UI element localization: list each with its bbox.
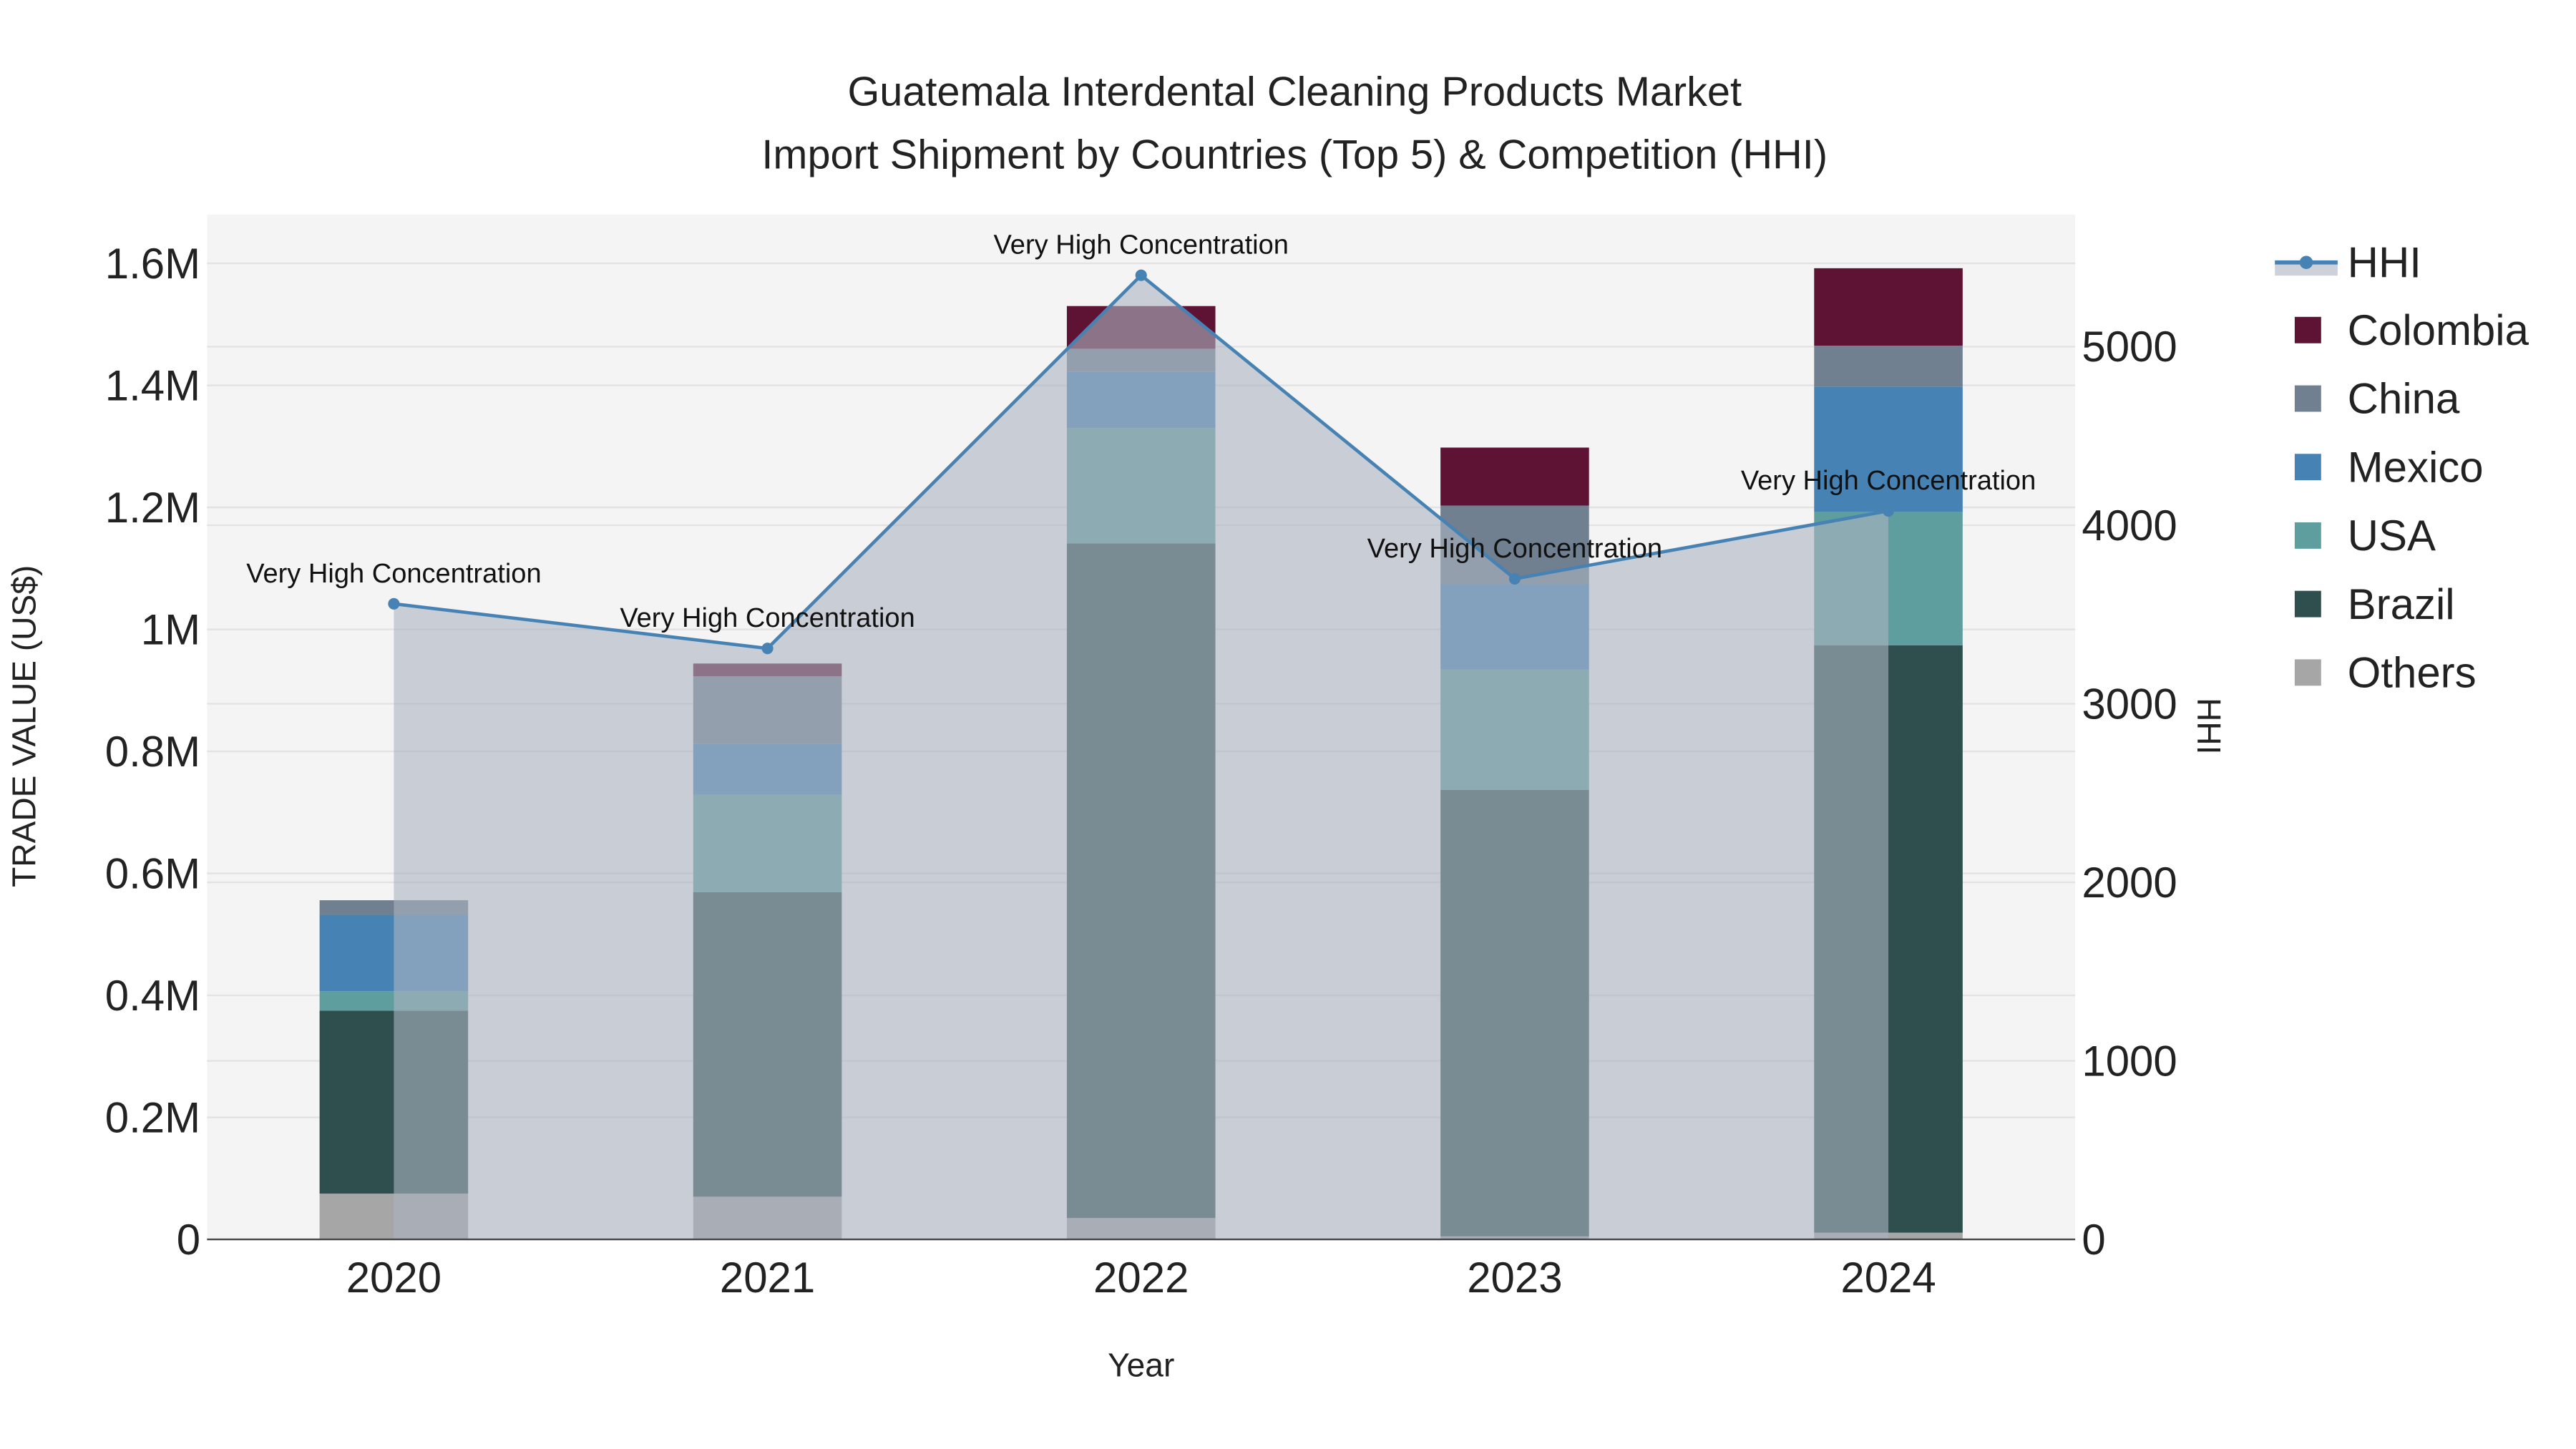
chart: Very High Concentration Very High Concent…: [5, 69, 2529, 1384]
y-axis-label: TRADE VALUE (US$): [5, 565, 42, 887]
legend-hhi-marker: [2299, 255, 2313, 269]
chart-subtitle: Import Shipment by Countries (Top 5) & C…: [761, 132, 1828, 177]
legend-label: USA: [2348, 512, 2436, 560]
bar-colombia: [1440, 447, 1589, 506]
hhi-annotation: Very High Concentration: [620, 603, 914, 633]
x-tick-label: 2021: [720, 1254, 815, 1302]
y-tick-label: 0.6M: [105, 849, 200, 897]
legend-label: Colombia: [2348, 306, 2529, 354]
hhi-annotation: Very High Concentration: [994, 230, 1289, 260]
hhi-point: [761, 643, 774, 655]
legend-swatch-china: [2294, 385, 2321, 412]
x-tick-label: 2024: [1840, 1254, 1936, 1302]
y2-tick-label: 2000: [2082, 859, 2177, 907]
y-tick-label: 0.4M: [105, 972, 200, 1020]
y2-tick-label: 4000: [2082, 502, 2177, 550]
hhi-annotation: Very High Concentration: [246, 559, 541, 589]
y-tick-label: 0: [177, 1216, 200, 1264]
y-tick-label: 0.2M: [105, 1093, 200, 1141]
hhi-point: [388, 597, 400, 610]
x-axis-label: Year: [1108, 1347, 1174, 1384]
legend-swatch-colombia: [2294, 316, 2321, 343]
legend-label: Others: [2348, 649, 2477, 697]
bar-china: [1814, 346, 1963, 387]
y-tick-label: 1.4M: [105, 361, 200, 409]
legend-label: China: [2348, 375, 2460, 423]
hhi-point: [1135, 269, 1147, 281]
hhi-point: [1882, 504, 1895, 517]
legend: HHI Colombia China Mexico USA Brazil Others: [2275, 238, 2529, 697]
x-tick-label: 2023: [1467, 1254, 1562, 1302]
legend-swatch-usa: [2294, 522, 2321, 549]
x-tick-label: 2022: [1093, 1254, 1189, 1302]
y-tick-label: 1.6M: [105, 240, 200, 288]
y2-tick-label: 0: [2082, 1216, 2105, 1264]
y2-axis-label: HHI: [2190, 698, 2228, 754]
hhi-annotation: Very High Concentration: [1741, 466, 2036, 496]
chart-title: Guatemala Interdental Cleaning Products …: [847, 69, 1742, 115]
y-tick-label: 1M: [141, 605, 200, 653]
legend-label: Mexico: [2348, 443, 2484, 491]
y2-tick-label: 5000: [2082, 323, 2177, 371]
legend-swatch-brazil: [2294, 590, 2321, 618]
y2-tick-label: 1000: [2082, 1037, 2177, 1085]
legend-swatch-mexico: [2294, 454, 2321, 481]
hhi-point: [1508, 572, 1521, 585]
legend-label: HHI: [2348, 238, 2421, 286]
y2-tick-label: 3000: [2082, 680, 2177, 728]
legend-swatch-others: [2294, 659, 2321, 686]
bar-colombia: [1814, 268, 1963, 346]
x-tick-label: 2020: [346, 1254, 441, 1302]
hhi-annotation: Very High Concentration: [1367, 534, 1662, 564]
y-tick-label: 1.2M: [105, 484, 200, 532]
legend-label: Brazil: [2348, 580, 2455, 628]
y-tick-label: 0.8M: [105, 728, 200, 776]
